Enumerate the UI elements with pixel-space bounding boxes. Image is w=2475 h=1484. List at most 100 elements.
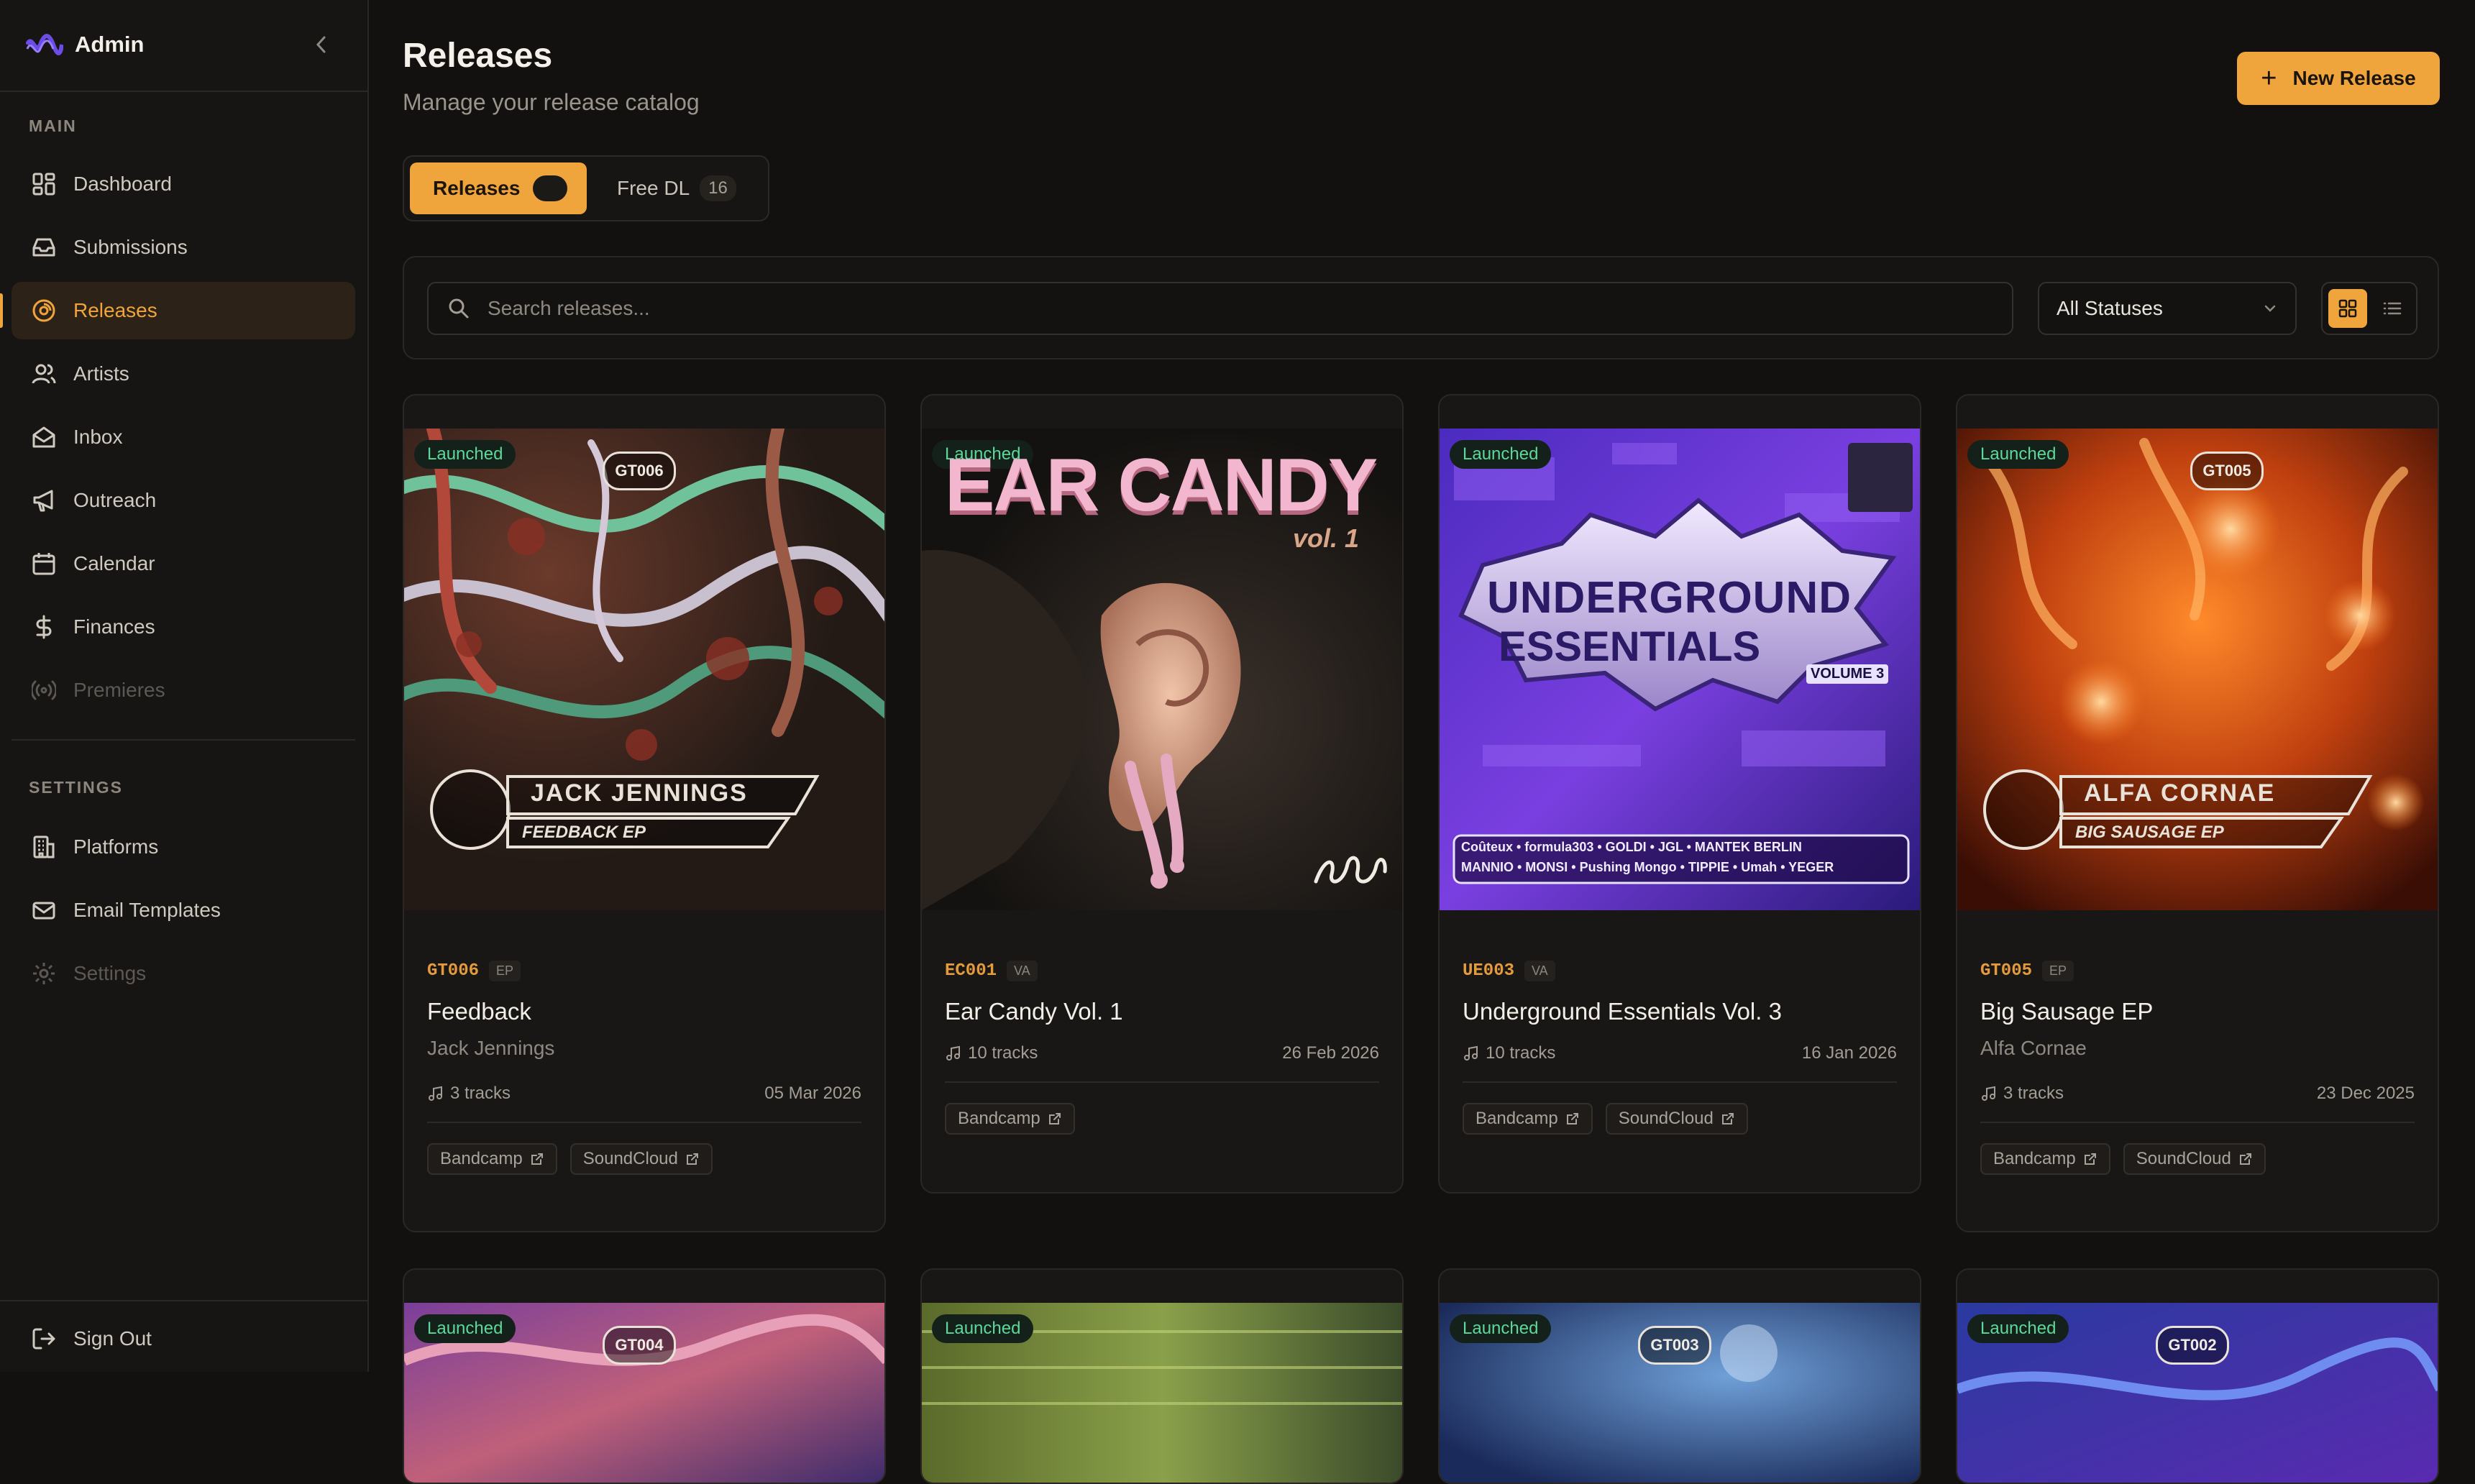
sidebar-item-label: Premieres	[73, 679, 165, 701]
sidebar-item-dashboard[interactable]: Dashboard	[12, 155, 355, 213]
release-cover[interactable]: Launched	[922, 1303, 1402, 1483]
track-count-text: 3 tracks	[450, 1084, 511, 1103]
release-cover[interactable]: Launched GT002	[1957, 1303, 2438, 1483]
sidebar: Admin MAIN Dashboard Submissions Release…	[0, 0, 369, 1372]
release-cover[interactable]: Launched GT004	[404, 1303, 884, 1483]
collapse-sidebar-button[interactable]	[309, 30, 334, 59]
release-meta: 3 tracks 05 Mar 2026	[427, 1081, 861, 1106]
release-cover[interactable]: Launched GT005 ALFA CORNAE BIG SAUSAGE E…	[1957, 429, 2438, 910]
sidebar-item-premieres[interactable]: Premieres	[12, 661, 355, 719]
bandcamp-link[interactable]: Bandcamp	[945, 1103, 1075, 1135]
link-label: Bandcamp	[1993, 1149, 2076, 1168]
list-view-button[interactable]	[2373, 289, 2412, 328]
release-date: 05 Mar 2026	[764, 1084, 861, 1103]
sidebar-item-submissions[interactable]: Submissions	[12, 219, 355, 276]
release-cover[interactable]: Launched GT003	[1440, 1303, 1920, 1483]
catalog-row: EC001 VA	[945, 961, 1038, 981]
link-label: SoundCloud	[2136, 1149, 2231, 1168]
release-date: 16 Jan 2026	[1801, 1043, 1897, 1063]
sidebar-item-label: Releases	[73, 299, 157, 321]
external-link-icon	[1566, 1113, 1578, 1125]
section-label-settings: SETTINGS	[29, 778, 124, 797]
new-release-button[interactable]: + New Release	[2237, 52, 2440, 105]
link-label: Bandcamp	[958, 1109, 1040, 1128]
grid-icon	[2338, 299, 2357, 318]
search-input[interactable]	[486, 296, 1927, 321]
release-date: 23 Dec 2025	[2316, 1084, 2415, 1103]
search-icon	[449, 298, 469, 319]
sidebar-item-finances[interactable]: Finances	[12, 598, 355, 656]
sidebar-item-artists[interactable]: Artists	[12, 345, 355, 403]
view-toggle	[2321, 282, 2417, 335]
sign-out-button[interactable]: Sign Out	[12, 1310, 355, 1368]
release-title: Feedback	[427, 998, 531, 1025]
plus-icon: +	[2261, 63, 2277, 93]
status-badge: Launched	[414, 440, 516, 469]
release-card[interactable]: Launched GT005 ALFA CORNAE BIG SAUSAGE E…	[1956, 394, 2439, 1232]
sidebar-item-label: Email Templates	[73, 899, 221, 921]
track-count: 10 tracks	[945, 1043, 1038, 1063]
release-cover[interactable]: Launched UNDERGROUND ESSENTIALS VOLUME 3…	[1440, 429, 1920, 910]
brand[interactable]: Admin	[26, 26, 144, 63]
tab-releases[interactable]: Releases	[410, 162, 587, 214]
platform-links: Bandcamp SoundCloud	[427, 1143, 726, 1175]
bandcamp-link[interactable]: Bandcamp	[1463, 1103, 1593, 1135]
sidebar-divider	[0, 1300, 367, 1301]
status-badge: Launched	[932, 1314, 1034, 1343]
link-label: SoundCloud	[582, 1149, 678, 1168]
section-label-main: MAIN	[29, 116, 77, 135]
gear-icon	[29, 958, 59, 989]
sidebar-item-outreach[interactable]: Outreach	[12, 472, 355, 529]
release-title: Underground Essentials Vol. 3	[1463, 998, 1782, 1025]
sidebar-item-email-templates[interactable]: Email Templates	[12, 881, 355, 939]
status-filter-select[interactable]: All Statuses	[2038, 282, 2297, 335]
sidebar-item-settings[interactable]: Settings	[12, 945, 355, 1002]
sidebar-item-label: Artists	[73, 362, 129, 385]
cover-release-text: FEEDBACK EP	[522, 823, 646, 842]
release-cover[interactable]: Launched GT006 JACK JENNINGS FEEDBACK EP	[404, 429, 884, 910]
release-cover[interactable]: Launched EAR CANDY vol. 1	[922, 429, 1402, 910]
bandcamp-link[interactable]: Bandcamp	[1980, 1143, 2110, 1175]
building-icon	[29, 832, 59, 862]
release-card[interactable]: Launched EAR CANDY vol. 1 EC001 VA Ear C…	[920, 394, 1404, 1194]
soundcloud-link[interactable]: SoundCloud	[569, 1143, 713, 1175]
sidebar-item-releases[interactable]: Releases	[0, 282, 355, 339]
search-box[interactable]	[427, 282, 2013, 335]
sidebar-item-calendar[interactable]: Calendar	[12, 535, 355, 592]
label-logo: GT005	[2190, 452, 2264, 490]
platform-links: Bandcamp SoundCloud	[1463, 1103, 1761, 1135]
external-link-icon	[2239, 1153, 2251, 1165]
list-icon	[2383, 302, 2402, 315]
sidebar-item-label: Inbox	[73, 426, 123, 448]
release-card[interactable]: Launched GT004	[403, 1268, 886, 1484]
bandcamp-link[interactable]: Bandcamp	[427, 1143, 557, 1175]
cover-title-text: UNDERGROUND	[1487, 573, 1852, 623]
soundcloud-link[interactable]: SoundCloud	[2123, 1143, 2266, 1175]
release-card[interactable]: Launched GT003	[1438, 1268, 1921, 1484]
grid-view-button[interactable]	[2328, 289, 2367, 328]
tab-free-dl[interactable]: Free DL 16	[617, 162, 736, 214]
release-card[interactable]: Launched	[920, 1268, 1404, 1484]
track-count-text: 3 tracks	[2003, 1084, 2064, 1103]
dashboard-icon	[29, 169, 59, 199]
main-nav: Dashboard Submissions Releases Artists I…	[0, 155, 355, 725]
tab-label: Releases	[433, 177, 521, 199]
sidebar-item-label: Calendar	[73, 552, 155, 574]
inbox-tray-icon	[29, 232, 59, 262]
soundcloud-link[interactable]: SoundCloud	[1605, 1103, 1748, 1135]
music-note-icon	[946, 1045, 960, 1061]
release-card[interactable]: Launched GT006 JACK JENNINGS FEEDBACK EP…	[403, 394, 886, 1232]
cover-title-text: ESSENTIALS	[1499, 623, 1761, 670]
release-card[interactable]: Launched GT002	[1956, 1268, 2439, 1484]
sidebar-item-label: Settings	[73, 962, 147, 984]
release-card[interactable]: Launched UNDERGROUND ESSENTIALS VOLUME 3…	[1438, 394, 1921, 1194]
chevron-down-icon	[2264, 305, 2276, 312]
sidebar-item-inbox[interactable]: Inbox	[12, 408, 355, 466]
track-count-text: 10 tracks	[968, 1043, 1038, 1063]
brand-logo-icon	[26, 34, 63, 55]
sidebar-item-platforms[interactable]: Platforms	[12, 818, 355, 876]
release-date: 26 Feb 2026	[1282, 1043, 1379, 1063]
sidebar-item-label: Dashboard	[73, 173, 172, 195]
release-tabs: Releases Free DL 16	[403, 155, 769, 221]
label-logo: GT006	[603, 452, 676, 490]
